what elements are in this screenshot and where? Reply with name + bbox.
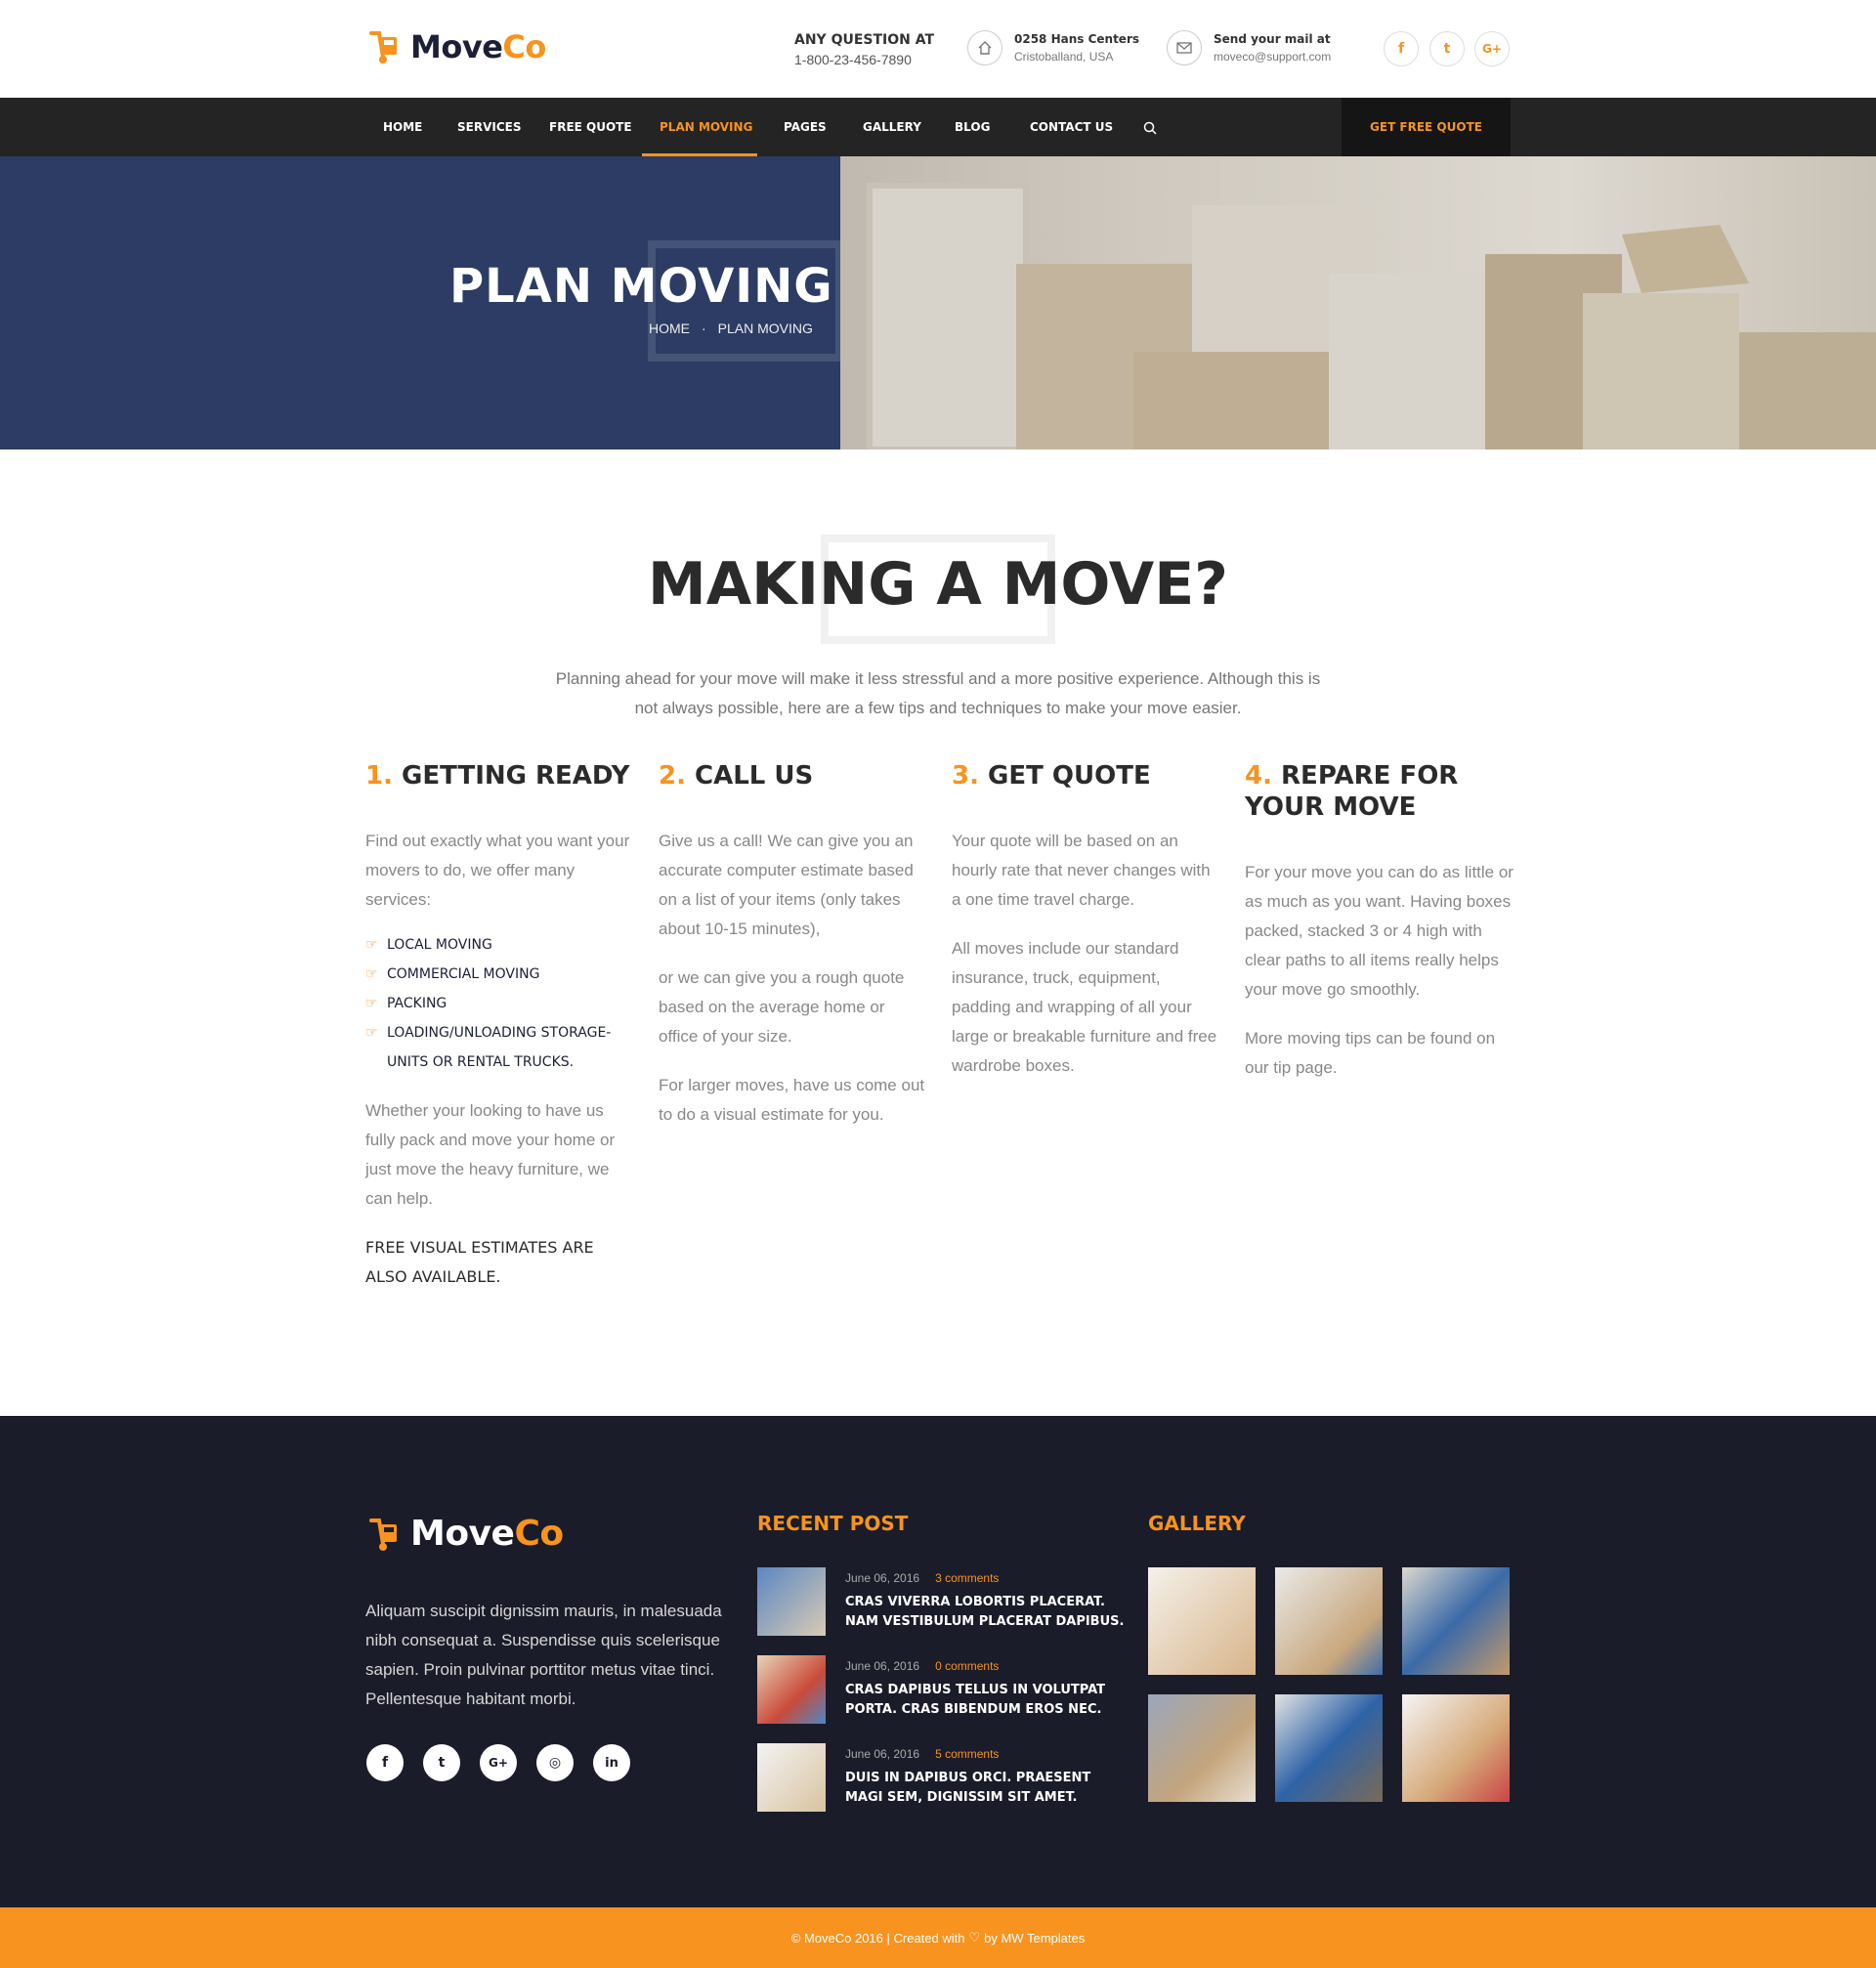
linkedin-icon[interactable]: in (593, 1744, 630, 1781)
page-title: PLAN MOVING (449, 259, 833, 314)
gallery-image[interactable] (1402, 1567, 1510, 1675)
recent-post-item[interactable]: June 06, 2016 0 comments CRAS DAPIBUS TEL… (757, 1655, 1129, 1724)
footer: MoveCo Aliquam suscipit dignissim mauris… (0, 1416, 1876, 1907)
step-get-quote: 3. GET QUOTE Your quote will be based on… (952, 760, 1221, 1081)
post-title[interactable]: DUIS IN DAPIBUS ORCI. PRAESENT MAGI SEM,… (845, 1769, 1129, 1808)
address-title: 0258 Hans Centers (1014, 32, 1140, 46)
twitter-icon[interactable]: t (423, 1744, 460, 1781)
home-icon (967, 30, 1002, 65)
address-line: Cristoballand, USA (1014, 50, 1114, 64)
post-thumbnail[interactable] (757, 1655, 826, 1724)
step-getting-ready: 1. GETTING READY Find out exactly what y… (365, 760, 635, 1292)
nav-contact-us[interactable]: CONTACT US (1030, 98, 1113, 156)
top-header: MoveCo ANY QUESTION AT 1-800-23-456-7890… (0, 0, 1876, 98)
step-text: Your quote will be based on an hourly ra… (952, 832, 1211, 909)
step-title: 4. REPARE FOR YOUR MOVE (1245, 761, 1459, 822)
list-item: COMMERCIAL MOVING (365, 960, 635, 989)
section-heading: MAKING A MOVE? (648, 550, 1228, 619)
footer-about: Aliquam suscipit dignissim mauris, in ma… (365, 1602, 722, 1708)
search-icon[interactable] (1143, 98, 1157, 156)
gallery-image[interactable] (1275, 1694, 1383, 1802)
estimate-note: FREE VISUAL ESTIMATES ARE ALSO AVAILABLE… (365, 1238, 594, 1286)
post-thumbnail[interactable] (757, 1743, 826, 1812)
step-text: Whether your looking to have us fully pa… (365, 1101, 616, 1208)
gallery-title: GALLERY (1148, 1512, 1246, 1535)
main-navigation: HOME SERVICES FREE QUOTE PLAN MOVING PAG… (0, 98, 1876, 156)
step-prepare-move: 4. REPARE FOR YOUR MOVE For your move yo… (1245, 760, 1514, 1083)
logo-text: MoveCo (410, 28, 546, 65)
gallery-image[interactable] (1275, 1567, 1383, 1675)
phone-number[interactable]: 1-800-23-456-7890 (794, 52, 934, 67)
recent-post-title: RECENT POST (757, 1512, 909, 1535)
step-title: 2. CALL US (659, 761, 814, 791)
nav-pages[interactable]: PAGES (784, 98, 827, 156)
nav-services[interactable]: SERVICES (457, 98, 521, 156)
twitter-icon[interactable]: t (1429, 31, 1465, 66)
list-item: PACKING (365, 989, 635, 1018)
post-meta: June 06, 2016 0 comments (845, 1659, 1000, 1673)
step-text: For larger moves, have us come out to do… (659, 1076, 925, 1124)
step-text: All moves include our standard insurance… (952, 939, 1217, 1075)
list-item: LOADING/UNLOADING STORAGE-UNITS OR RENTA… (365, 1018, 635, 1077)
post-meta: June 06, 2016 5 comments (845, 1747, 1000, 1761)
services-list: LOCAL MOVING COMMERCIAL MOVING PACKING L… (365, 930, 635, 1077)
step-title: 3. GET QUOTE (952, 761, 1151, 791)
mail-contact: Send your mail at moveco@support.com (1167, 30, 1331, 65)
copyright-credit[interactable]: by MW Templates (984, 1931, 1085, 1946)
envelope-icon (1167, 30, 1202, 65)
section-intro: Planning ahead for your move will make i… (555, 669, 1321, 717)
step-text: More moving tips can be found on our tip… (1245, 1029, 1496, 1077)
post-thumbnail[interactable] (757, 1567, 826, 1636)
nav-blog[interactable]: BLOG (955, 98, 990, 156)
logo-text: MoveCo (410, 1514, 564, 1554)
gallery-image[interactable] (1148, 1567, 1256, 1675)
breadcrumb-current: PLAN MOVING (717, 321, 813, 336)
page-banner: PLAN MOVING HOME · PLAN MOVING (0, 156, 1876, 449)
google-plus-icon[interactable]: G+ (480, 1744, 517, 1781)
recent-post-item[interactable]: June 06, 2016 5 comments DUIS IN DAPIBUS … (757, 1743, 1129, 1812)
heart-icon: ♡ (968, 1930, 981, 1945)
google-plus-icon[interactable]: G+ (1474, 31, 1510, 66)
post-title[interactable]: CRAS VIVERRA LOBORTIS PLACERAT. NAM VEST… (845, 1593, 1129, 1632)
step-text: Find out exactly what you want your move… (365, 832, 630, 909)
step-call-us: 2. CALL US Give us a call! We can give y… (659, 760, 928, 1130)
recent-post-item[interactable]: June 06, 2016 3 comments CRAS VIVERRA LOB… (757, 1567, 1129, 1636)
step-text: For your move you can do as little or as… (1245, 863, 1514, 999)
nav-free-quote[interactable]: FREE QUOTE (549, 98, 632, 156)
logo[interactable]: MoveCo (365, 27, 546, 66)
get-free-quote-button[interactable]: GET FREE QUOTE (1342, 98, 1511, 156)
phone-contact: ANY QUESTION AT 1-800-23-456-7890 (794, 32, 934, 67)
hand-truck-icon (369, 1518, 397, 1551)
post-meta: June 06, 2016 3 comments (845, 1571, 1000, 1585)
breadcrumb-separator: · (702, 321, 706, 336)
list-item: LOCAL MOVING (365, 930, 635, 960)
phone-label: ANY QUESTION AT (794, 32, 935, 48)
nav-plan-moving[interactable]: PLAN MOVING (660, 98, 752, 156)
facebook-icon[interactable]: f (366, 1744, 404, 1781)
step-title: 1. GETTING READY (365, 761, 630, 791)
nav-home[interactable]: HOME (383, 98, 422, 156)
facebook-icon[interactable]: f (1384, 31, 1419, 66)
gallery-image[interactable] (1148, 1694, 1256, 1802)
breadcrumb: HOME · PLAN MOVING (649, 321, 813, 336)
mail-address[interactable]: moveco@support.com (1214, 50, 1331, 64)
nav-gallery[interactable]: GALLERY (863, 98, 921, 156)
copyright-bar: © MoveCo 2016 | Created with ♡ by MW Tem… (0, 1907, 1876, 1968)
hand-truck-icon (369, 31, 397, 64)
address-contact: 0258 Hans Centers Cristoballand, USA (967, 30, 1139, 65)
instagram-icon[interactable]: ◎ (536, 1744, 574, 1781)
footer-logo[interactable]: MoveCo (365, 1514, 564, 1554)
gallery-image[interactable] (1402, 1694, 1510, 1802)
breadcrumb-home[interactable]: HOME (649, 321, 690, 336)
copyright-text: © MoveCo 2016 | Created with (790, 1930, 965, 1946)
banner-boxes-image (840, 156, 1876, 449)
step-text: or we can give you a rough quote based o… (659, 968, 905, 1046)
post-title[interactable]: CRAS DAPIBUS TELLUS IN VOLUTPAT PORTA. C… (845, 1681, 1129, 1720)
step-text: Give us a call! We can give you an accur… (659, 832, 914, 938)
mail-title: Send your mail at (1214, 32, 1331, 46)
